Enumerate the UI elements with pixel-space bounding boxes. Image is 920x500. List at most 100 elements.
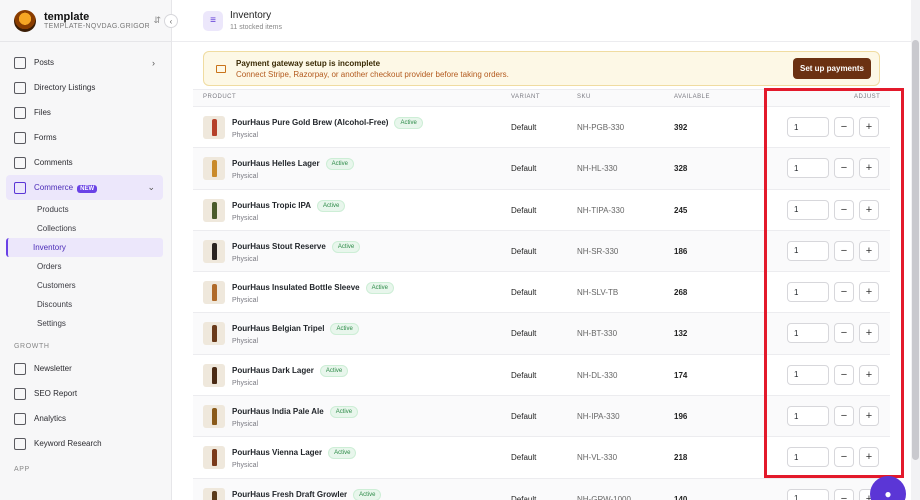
decrement-button[interactable]: −: [834, 447, 854, 468]
sidebar-item-seo-report[interactable]: SEO Report: [6, 381, 163, 406]
product-name[interactable]: PourHaus Helles Lager: [232, 159, 320, 168]
increment-button[interactable]: +: [859, 323, 879, 344]
decrement-button[interactable]: −: [834, 240, 854, 261]
plus-icon: +: [865, 410, 873, 423]
decrement-button[interactable]: −: [834, 282, 854, 303]
decrement-button[interactable]: −: [834, 117, 854, 137]
adjust-quantity-input[interactable]: 1: [787, 117, 829, 137]
sidebar-subitem-products[interactable]: Products: [6, 200, 163, 219]
section-label-growth: GROWTH: [14, 343, 50, 350]
plus-icon: +: [865, 162, 873, 175]
minus-icon: −: [840, 203, 848, 216]
product-name[interactable]: PourHaus Vienna Lager: [232, 448, 322, 457]
scrollbar-thumb[interactable]: [912, 40, 919, 460]
page-subtitle: 11 stocked items: [230, 24, 283, 31]
decrement-button[interactable]: −: [834, 406, 854, 427]
status-badge: Active: [325, 158, 354, 171]
setup-payments-button[interactable]: Set up payments: [792, 58, 871, 79]
section-label-app: APP: [14, 466, 30, 473]
scrollbar[interactable]: [911, 0, 920, 500]
plus-icon: +: [865, 286, 873, 299]
adjust-quantity-input[interactable]: 1: [787, 406, 829, 427]
checklist-icon: ≡: [203, 10, 223, 31]
sidebar-item-label: Comments: [34, 158, 73, 167]
sidebar-item-comments[interactable]: Comments: [6, 150, 163, 175]
adjust-quantity-input[interactable]: 1: [787, 240, 829, 261]
increment-button[interactable]: +: [859, 447, 879, 468]
sidebar-subitem-collections[interactable]: Collections: [6, 219, 163, 238]
sidebar-item-label: Directory Listings: [34, 83, 96, 92]
bottle-image: [211, 490, 217, 500]
sku-cell: NH-VL-330: [577, 453, 618, 463]
product-name[interactable]: PourHaus Tropic IPA: [232, 201, 311, 210]
sidebar-item-commerce[interactable]: Commerce NEW ⌄: [6, 175, 163, 200]
product-name[interactable]: PourHaus India Pale Ale: [232, 407, 324, 416]
product-name[interactable]: PourHaus Fresh Draft Growler: [232, 490, 347, 499]
chevron-updown-icon: ⇵: [153, 15, 161, 25]
decrement-button[interactable]: −: [834, 488, 854, 500]
decrement-button[interactable]: −: [834, 364, 854, 385]
adjust-quantity-input[interactable]: 1: [787, 158, 829, 179]
product-type: Physical: [232, 297, 259, 305]
inventory-table-body: PourHaus Pure Gold Brew (Alcohol-Free) Ac…: [193, 107, 890, 500]
product-name[interactable]: PourHaus Stout Reserve: [232, 242, 326, 251]
status-badge: Active: [394, 117, 423, 129]
table-row: PourHaus Pure Gold Brew (Alcohol-Free) Ac…: [193, 107, 890, 149]
decrement-button[interactable]: −: [834, 158, 854, 179]
status-badge: Active: [331, 240, 361, 253]
sku-cell: NH-TIPA-330: [577, 205, 625, 215]
product-name[interactable]: PourHaus Pure Gold Brew (Alcohol-Free): [232, 118, 388, 127]
table-row: PourHaus Fresh Draft GrowlerActivePhysic…: [193, 478, 890, 500]
increment-button[interactable]: +: [859, 117, 879, 137]
minus-icon: −: [840, 121, 848, 133]
adjust-quantity-input[interactable]: 1: [787, 488, 829, 500]
variant-cell: Default: [511, 494, 537, 500]
page-title: Inventory: [230, 10, 272, 21]
sku-cell: NH-SLV-TB: [577, 288, 619, 298]
search-icon: [14, 437, 26, 450]
sidebar-item-keyword-research[interactable]: Keyword Research: [6, 431, 163, 456]
sku-cell: NH-GRW-1000: [577, 494, 631, 500]
sidebar-item-newsletter[interactable]: Newsletter: [6, 356, 163, 381]
sidebar-subitem-customers[interactable]: Customers: [6, 276, 163, 295]
increment-button[interactable]: +: [859, 364, 879, 385]
bottle-image: [211, 325, 217, 343]
workspace-switcher[interactable]: template TEMPLATE-NQVDAG.GRIGOR... ⇵: [0, 0, 171, 42]
product-type: Physical: [232, 173, 259, 181]
adjust-quantity-input[interactable]: 1: [787, 323, 829, 344]
decrement-button[interactable]: −: [834, 199, 854, 220]
product-name[interactable]: PourHaus Belgian Tripel: [232, 324, 324, 333]
sku-cell: NH-PGB-330: [577, 123, 625, 132]
table-row: PourHaus Stout Reserve Active Physical Defa…: [193, 230, 890, 273]
sidebar-subitem-orders[interactable]: Orders: [6, 257, 163, 276]
increment-button[interactable]: +: [859, 240, 879, 261]
sidebar-subitem-inventory[interactable]: Inventory: [6, 238, 163, 257]
sidebar-item-forms[interactable]: Forms: [6, 125, 163, 150]
adjust-quantity-input[interactable]: 1: [787, 447, 829, 468]
increment-button[interactable]: +: [859, 199, 879, 220]
table-row: PourHaus Helles Lager Active Physical Defau…: [193, 148, 890, 190]
sidebar-item-analytics[interactable]: Analytics: [6, 406, 163, 431]
increment-button[interactable]: +: [859, 282, 879, 303]
adjust-quantity-input[interactable]: 1: [787, 282, 829, 303]
product-name[interactable]: PourHaus Dark Lager: [232, 366, 314, 375]
product-name[interactable]: PourHaus Insulated Bottle Sleeve: [232, 283, 360, 292]
table-row: PourHaus India Pale Ale Active Physical Def…: [193, 396, 890, 438]
increment-button[interactable]: +: [859, 158, 879, 179]
adjust-quantity-input[interactable]: 1: [787, 364, 829, 385]
sku-cell: NH-SR-330: [577, 246, 619, 256]
sidebar-item-files[interactable]: Files: [6, 100, 163, 125]
sku-cell: NH-DL-330: [577, 370, 618, 380]
sidebar-item-label: Keyword Research: [34, 439, 102, 448]
decrement-button[interactable]: −: [834, 323, 854, 344]
adjust-quantity-input[interactable]: 1: [787, 199, 829, 220]
increment-button[interactable]: +: [859, 406, 879, 427]
table-header: PRODUCT VARIANT SKU AVAILABLE ADJUST: [193, 89, 890, 107]
sidebar-subitem-discounts[interactable]: Discounts: [6, 295, 163, 314]
sidebar-item-posts[interactable]: Posts ›: [6, 50, 163, 75]
collapse-sidebar-button[interactable]: ‹: [164, 14, 178, 28]
chat-icon: ●: [884, 487, 892, 500]
sidebar-subitem-settings[interactable]: Settings: [6, 314, 163, 333]
sidebar-item-directory-listings[interactable]: Directory Listings: [6, 75, 163, 100]
variant-cell: Default: [511, 164, 537, 174]
